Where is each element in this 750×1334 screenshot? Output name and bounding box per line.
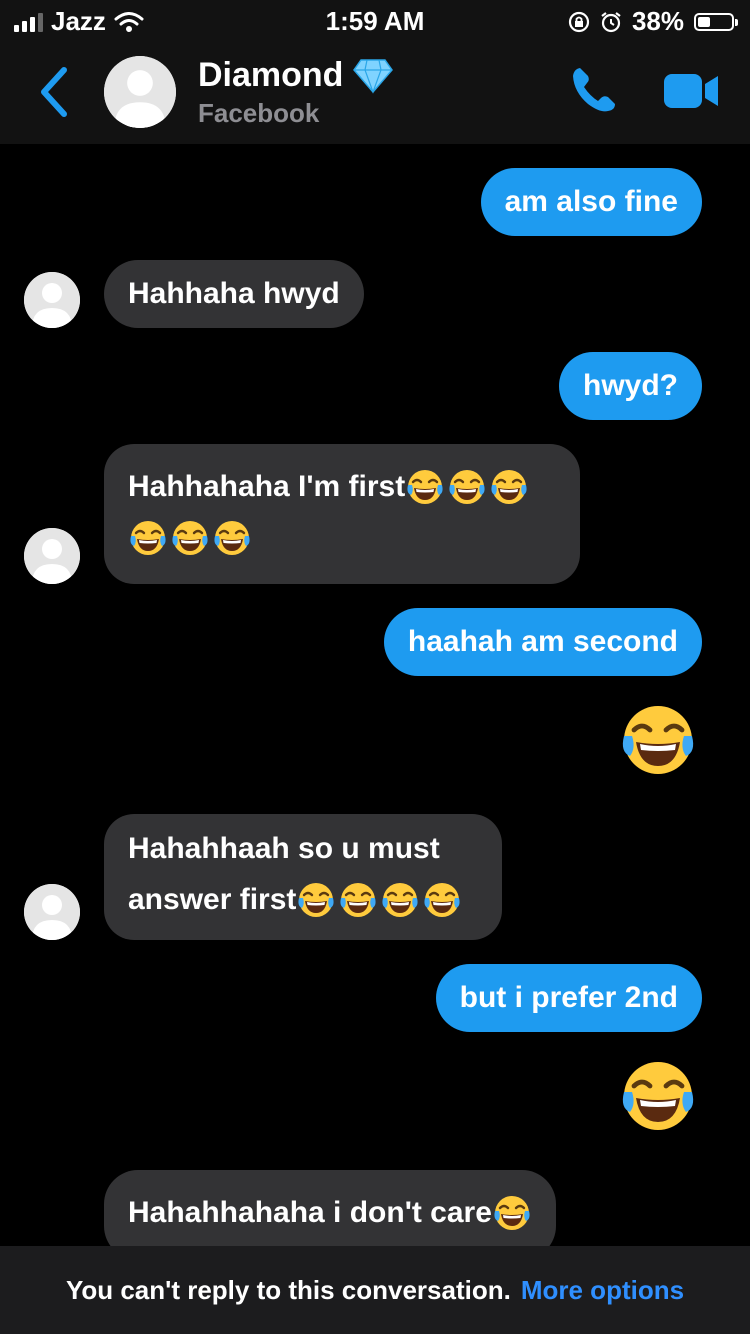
laughing-emoji-icon [338, 880, 378, 920]
battery-percent: 38% [631, 6, 684, 36]
orientation-lock-icon [568, 11, 590, 32]
message-text: answer first [128, 883, 297, 916]
laughing-emoji-icon [380, 880, 420, 920]
laughing-emoji-icon [489, 467, 529, 507]
laughing-emoji-icon[interactable] [618, 1056, 698, 1136]
video-call-icon[interactable] [662, 70, 720, 112]
contact-subtitle: Facebook [198, 98, 320, 128]
contact-avatar[interactable] [104, 56, 176, 128]
laughing-emoji-icon [212, 518, 252, 558]
more-options-link[interactable]: More options [521, 1275, 684, 1306]
message-line: Hahahhaah so u must [128, 832, 440, 865]
message-line: answer first [128, 874, 478, 926]
laughing-emoji-icon[interactable] [618, 700, 698, 780]
laughing-emoji-icon [422, 880, 462, 920]
reply-disabled-banner: You can't reply to this conversation. Mo… [0, 1246, 750, 1334]
message-incoming[interactable]: Hahahhaah so u must answer first [104, 814, 502, 940]
message-incoming[interactable]: Hahhaha hwyd [104, 260, 364, 328]
laughing-emoji-icon [296, 880, 336, 920]
laughing-emoji-icon [405, 467, 445, 507]
status-right: 38% [568, 6, 738, 37]
message-text: Hahahhahaha i don't care [128, 1196, 492, 1229]
back-chevron-icon[interactable] [34, 64, 74, 120]
message-line: Hahhahaha I'm first [128, 464, 556, 510]
laughing-emoji-icon [492, 1193, 532, 1233]
phone-call-icon[interactable] [568, 64, 620, 116]
laughing-emoji-icon [170, 518, 210, 558]
message-outgoing[interactable]: but i prefer 2nd [435, 964, 702, 1032]
message-outgoing[interactable]: haahah am second [383, 608, 702, 676]
sender-avatar[interactable] [24, 884, 80, 940]
diamond-icon [353, 58, 394, 94]
message-text: Hahhahaha I'm first [128, 470, 406, 503]
conversation-header: Diamond Facebook [0, 40, 750, 144]
message-outgoing[interactable]: hwyd? [559, 352, 702, 420]
laughing-emoji-icon [128, 518, 168, 558]
contact-name-text: Diamond [198, 56, 344, 94]
contact-name[interactable]: Diamond [198, 56, 394, 95]
reply-disabled-notice: You can't reply to this conversation. [65, 1274, 511, 1305]
message-line [128, 510, 556, 566]
laughing-emoji-icon [447, 467, 487, 507]
sender-avatar[interactable] [24, 272, 80, 328]
message-incoming[interactable]: Hahhahaha I'm first [104, 444, 580, 584]
battery-icon [694, 12, 738, 31]
sender-avatar[interactable] [24, 528, 80, 584]
message-outgoing[interactable]: am also fine [480, 168, 702, 236]
alarm-icon [601, 11, 621, 32]
status-bar: Jazz 1:59 AM 38% [0, 0, 750, 40]
